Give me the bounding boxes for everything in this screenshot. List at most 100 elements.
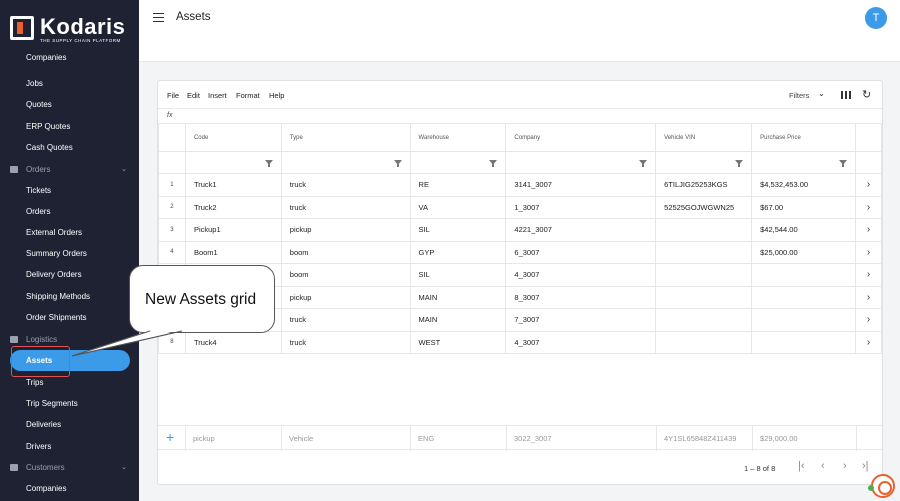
filter-purchase-price[interactable] <box>751 151 856 174</box>
cell-warehouse[interactable]: GYP <box>409 240 507 264</box>
row-open-icon[interactable]: › <box>854 240 883 264</box>
cell-warehouse[interactable]: MAIN <box>409 285 507 309</box>
menu-insert[interactable]: Insert <box>208 91 227 100</box>
column-header-vehicle-vin[interactable]: Vehicle VIN <box>655 123 753 152</box>
chevron-down-icon[interactable]: ⌄ <box>818 89 825 98</box>
cell-purchase-price[interactable]: $42,544.00 <box>751 218 856 242</box>
cell-warehouse[interactable]: RE <box>409 173 507 197</box>
new-asset-row[interactable]: + pickup Vehicle ENG 3022_3007 4Y1SL6584… <box>158 425 882 451</box>
table-row[interactable]: 4 Boom1 boom GYP 6_3007 $25,000.00 › <box>158 240 883 264</box>
cell-purchase-price[interactable]: $25,000.00 <box>751 240 856 264</box>
new-row-vehicle-vin[interactable]: 4Y1SL65848Z411439 <box>664 434 736 443</box>
chevron-down-icon[interactable]: ⌄ <box>121 335 127 343</box>
filter-warehouse[interactable] <box>409 151 507 174</box>
menu-help[interactable]: Help <box>269 91 284 100</box>
kodaris-logo[interactable]: Kodaris THE SUPPLY CHAIN PLATFORM <box>10 14 130 46</box>
sidebar-item-jobs[interactable]: Jobs <box>0 73 139 93</box>
column-header-warehouse[interactable]: Warehouse <box>409 123 507 152</box>
menu-edit[interactable]: Edit <box>187 91 200 100</box>
last-page-icon[interactable]: ›| <box>862 460 869 472</box>
cell-company[interactable]: 7_3007 <box>505 308 657 332</box>
row-open-icon[interactable]: › <box>854 173 883 197</box>
new-row-purchase-price[interactable]: $29,000.00 <box>760 434 798 443</box>
filter-icon[interactable] <box>838 160 847 167</box>
cell-type[interactable]: boom <box>280 240 411 264</box>
cell-code[interactable]: Truck1 <box>184 173 282 197</box>
sidebar-item-quotes[interactable]: Quotes <box>0 94 139 114</box>
column-header-company[interactable]: Company <box>505 123 657 152</box>
cell-vehicle-vin[interactable] <box>655 285 753 309</box>
filters-button[interactable]: Filters <box>789 91 809 100</box>
table-row[interactable]: 2 Truck2 truck VA 1_3007 52525GOJWGWN25 $67.00… <box>158 195 883 219</box>
cell-purchase-price[interactable] <box>751 263 856 287</box>
filter-vehicle-vin[interactable] <box>655 151 753 174</box>
user-avatar[interactable]: T <box>865 7 887 29</box>
sidebar-item-orders[interactable]: Orders <box>0 201 139 221</box>
cell-warehouse[interactable]: MAIN <box>409 308 507 332</box>
sidebar-item-cash-quotes[interactable]: Cash Quotes <box>0 137 139 157</box>
cell-warehouse[interactable]: VA <box>409 195 507 219</box>
cell-warehouse[interactable]: SIL <box>409 218 507 242</box>
cell-type[interactable]: truck <box>280 173 411 197</box>
cell-purchase-price[interactable] <box>751 308 856 332</box>
cell-vehicle-vin[interactable] <box>655 330 753 354</box>
cell-vehicle-vin[interactable] <box>655 308 753 332</box>
table-row[interactable]: 3 Pickup1 pickup SIL 4221_3007 $42,544.00 › <box>158 218 883 242</box>
new-row-company[interactable]: 3022_3007 <box>514 434 552 443</box>
chevron-down-icon[interactable]: ⌄ <box>121 463 127 471</box>
cell-vehicle-vin[interactable] <box>655 240 753 264</box>
sidebar-item-drivers[interactable]: Drivers <box>0 436 139 456</box>
column-header-purchase-price[interactable]: Purchase Price <box>751 123 856 152</box>
cell-purchase-price[interactable]: $4,532,453.00 <box>751 173 856 197</box>
filter-type[interactable] <box>280 151 411 174</box>
filter-icon[interactable] <box>639 160 648 167</box>
chevron-down-icon[interactable]: ⌄ <box>121 165 127 173</box>
row-open-icon[interactable]: › <box>854 330 883 354</box>
cell-code[interactable]: Truck2 <box>184 195 282 219</box>
sidebar-item-erp-quotes[interactable]: ERP Quotes <box>0 116 139 136</box>
add-row-icon[interactable]: + <box>166 429 174 445</box>
cell-vehicle-vin[interactable]: 52525GOJWGWN25 <box>655 195 753 219</box>
new-row-type[interactable]: Vehicle <box>289 434 313 443</box>
cell-type[interactable]: pickup <box>280 218 411 242</box>
menu-format[interactable]: Format <box>236 91 260 100</box>
cell-type[interactable]: boom <box>280 263 411 287</box>
cell-vehicle-vin[interactable] <box>655 218 753 242</box>
cell-type[interactable]: truck <box>280 195 411 219</box>
cell-company[interactable]: 4221_3007 <box>505 218 657 242</box>
cell-purchase-price[interactable]: $67.00 <box>751 195 856 219</box>
row-open-icon[interactable]: › <box>854 195 883 219</box>
cell-vehicle-vin[interactable] <box>655 263 753 287</box>
cell-code[interactable]: Pickup1 <box>184 218 282 242</box>
cell-company[interactable]: 3141_3007 <box>505 173 657 197</box>
cell-warehouse[interactable]: WEST <box>409 330 507 354</box>
table-row[interactable]: 8 Truck4 truck WEST 4_3007 › <box>158 330 883 354</box>
cell-company[interactable]: 4_3007 <box>505 263 657 287</box>
sidebar-item-trip-segments[interactable]: Trip Segments <box>0 393 139 413</box>
sidebar-item-companies[interactable]: Companies <box>0 47 139 67</box>
cell-company[interactable]: 4_3007 <box>505 330 657 354</box>
filter-code[interactable] <box>184 151 282 174</box>
sidebar-group-customers[interactable]: ⌄ Customers <box>0 457 139 477</box>
sidebar-item-shipping-methods[interactable]: Shipping Methods <box>0 286 139 306</box>
filter-company[interactable] <box>505 151 657 174</box>
cell-company[interactable]: 6_3007 <box>505 240 657 264</box>
menu-icon[interactable] <box>153 13 164 22</box>
cell-type[interactable]: pickup <box>280 285 411 309</box>
row-open-icon[interactable]: › <box>854 218 883 242</box>
help-chat-icon[interactable] <box>871 474 895 498</box>
prev-page-icon[interactable]: ‹ <box>821 460 825 472</box>
columns-icon[interactable] <box>841 91 851 99</box>
row-open-icon[interactable]: › <box>854 308 883 332</box>
cell-company[interactable]: 1_3007 <box>505 195 657 219</box>
row-open-icon[interactable]: › <box>854 263 883 287</box>
sidebar-item-delivery-orders[interactable]: Delivery Orders <box>0 264 139 284</box>
table-row[interactable]: 1 Truck1 truck RE 3141_3007 6TILJIG25253KGS $4… <box>158 173 883 197</box>
sidebar-item-tickets[interactable]: Tickets <box>0 180 139 200</box>
cell-company[interactable]: 8_3007 <box>505 285 657 309</box>
row-open-icon[interactable]: › <box>854 285 883 309</box>
sidebar-group-orders[interactable]: ⌄ Orders <box>0 159 139 179</box>
filter-icon[interactable] <box>735 160 744 167</box>
filter-icon[interactable] <box>393 160 402 167</box>
sidebar-item-external-orders[interactable]: External Orders <box>0 222 139 242</box>
